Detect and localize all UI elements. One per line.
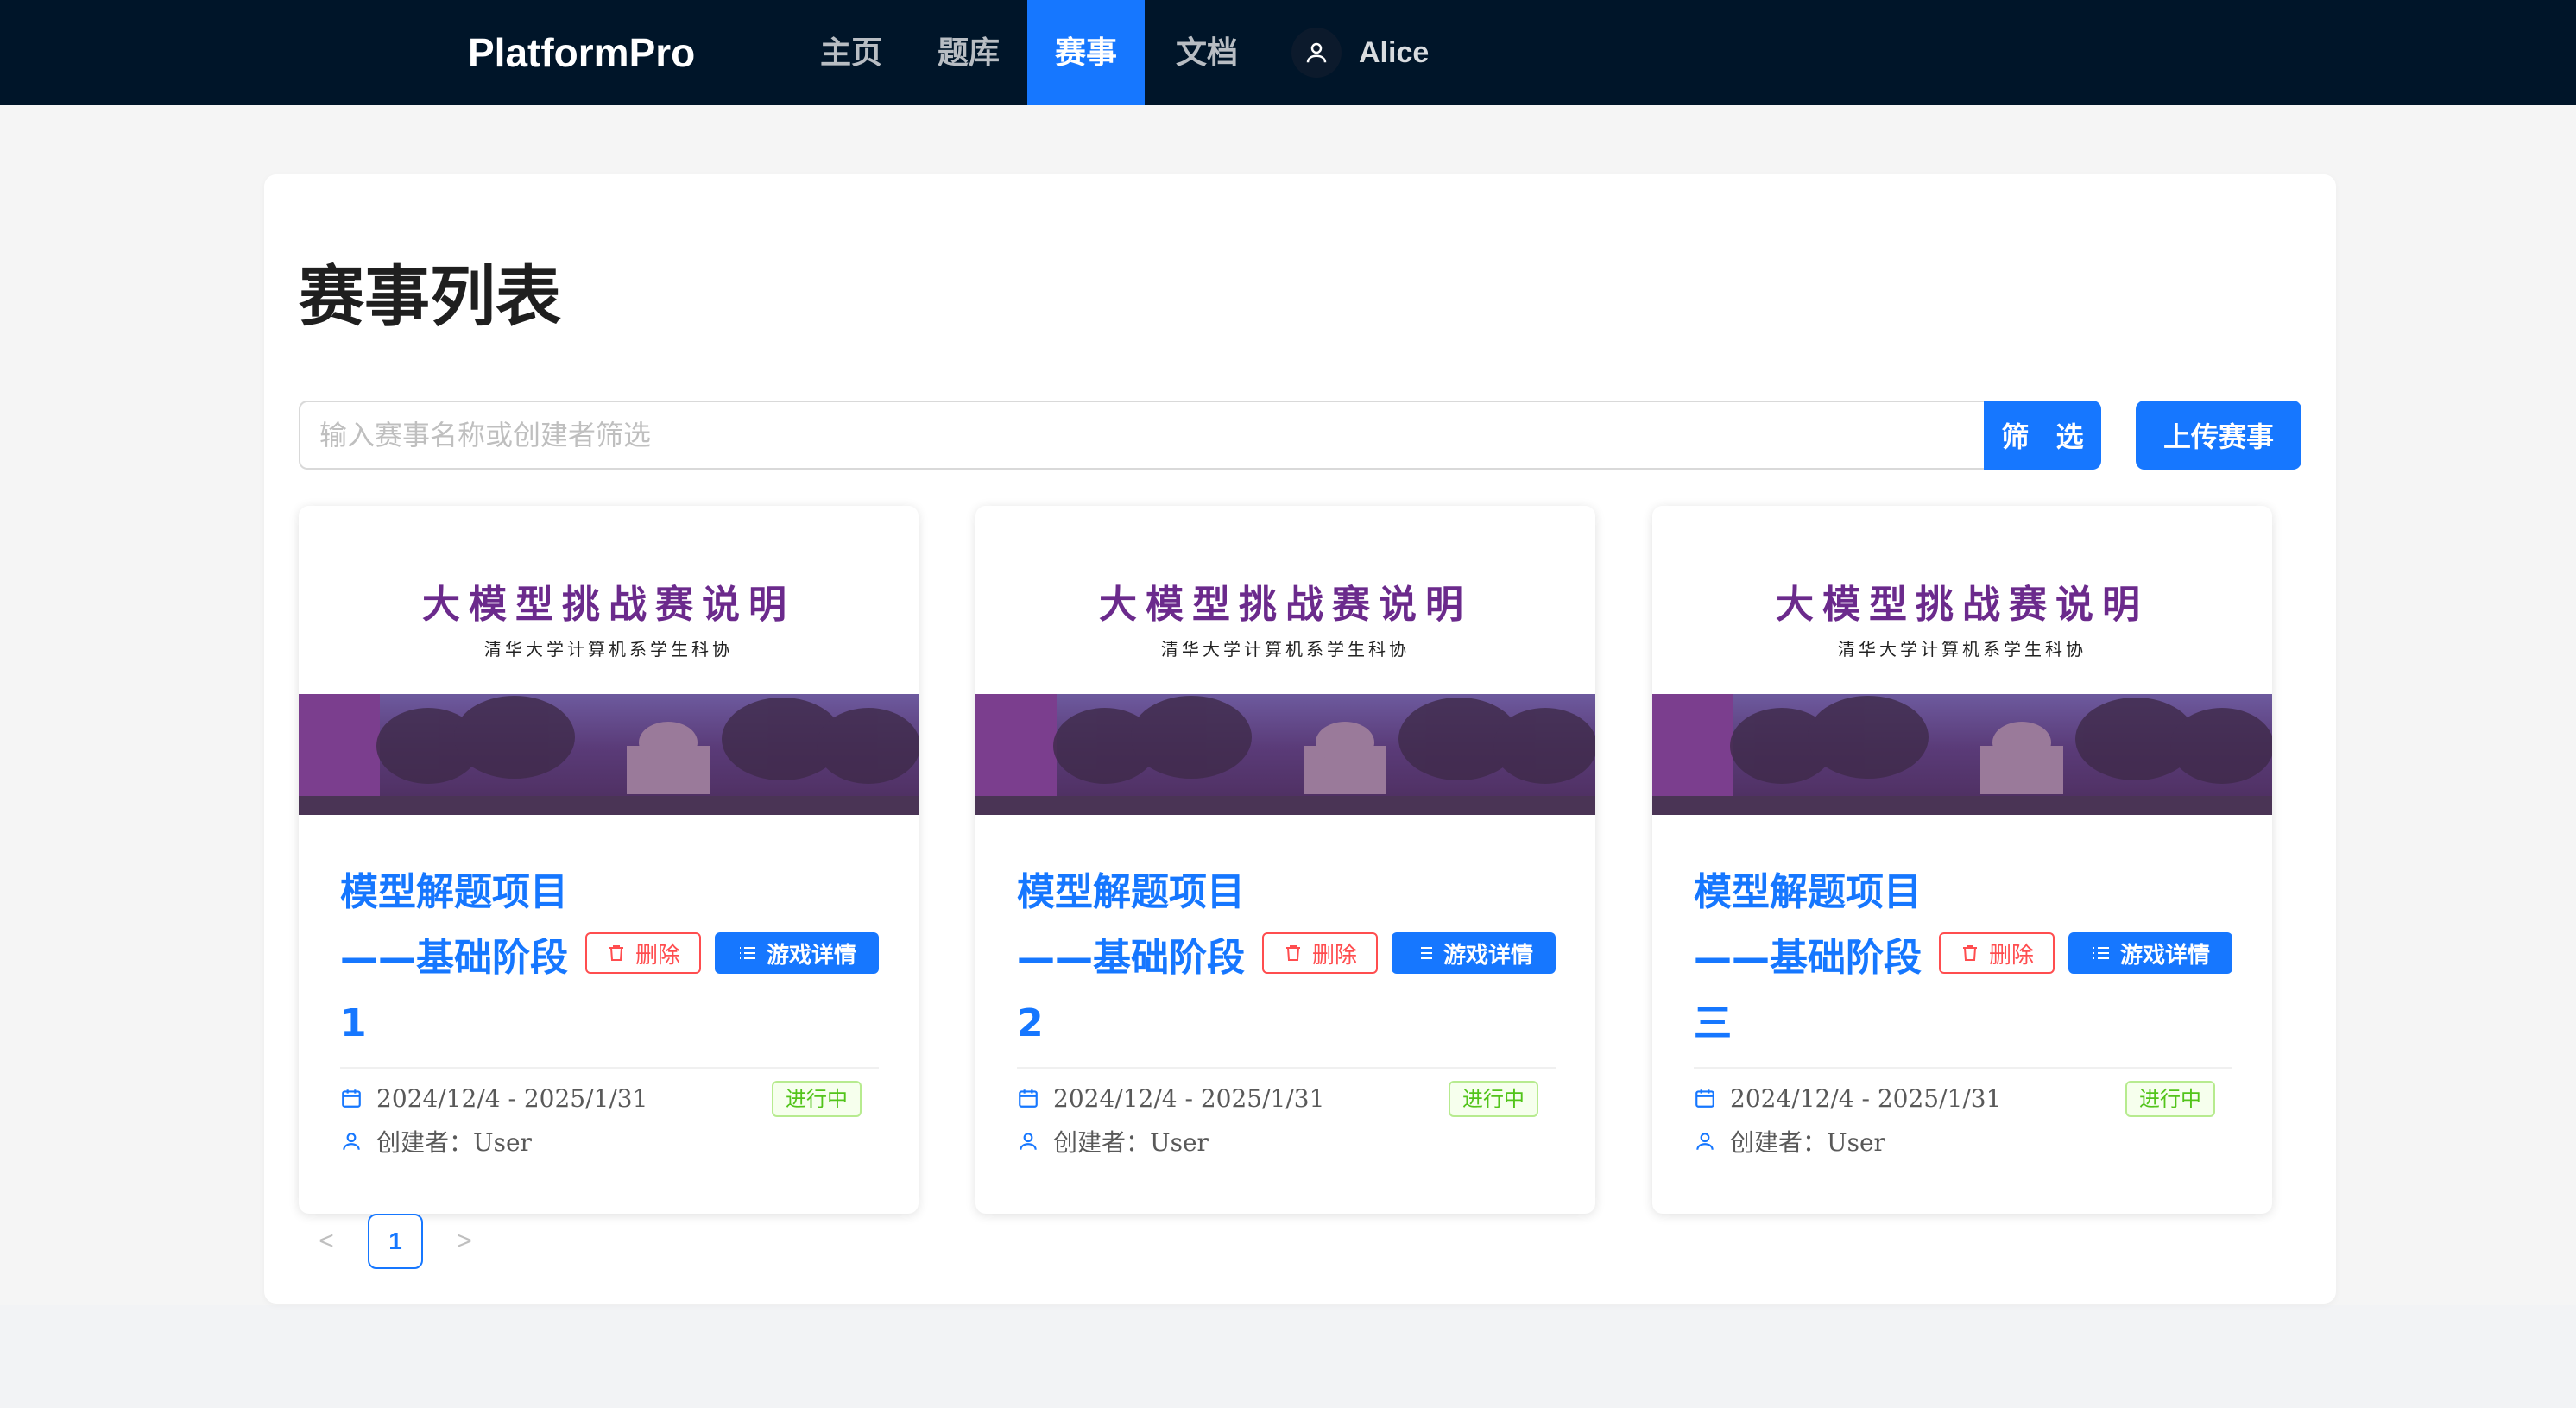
user-icon xyxy=(343,1133,360,1150)
status-badge: 进行中 xyxy=(2125,1081,2215,1117)
cover-subtitle: 清华大学计算机系学生科协 xyxy=(484,639,733,660)
avatar xyxy=(1291,28,1342,78)
brand-logo[interactable]: PlatformPro xyxy=(468,26,695,79)
date-range: 2024/12/4 - 2025/1/31 xyxy=(1053,1083,1325,1113)
user-icon xyxy=(1696,1133,1714,1150)
creator: 创建者：User xyxy=(376,1128,532,1157)
calendar-icon xyxy=(342,1089,361,1108)
pagination-prev-icon[interactable]: < xyxy=(299,1214,354,1269)
detail-label: 游戏详情 xyxy=(766,942,856,969)
list-icon xyxy=(739,947,755,959)
pagination-page-1[interactable]: 1 xyxy=(368,1214,423,1269)
creator-row: 创建者：User xyxy=(1017,1124,1209,1159)
date-range: 2024/12/4 - 2025/1/31 xyxy=(376,1083,648,1113)
cover-subtitle: 清华大学计算机系学生科协 xyxy=(1838,639,2087,660)
status-badge: 进行中 xyxy=(1449,1081,1538,1117)
date-range-row: 2024/12/4 - 2025/1/31 xyxy=(1017,1081,1324,1115)
contest-card[interactable]: 大模型挑战赛说明 清华大学计算机系学生科协 模型解题项目——基础阶段1 删除 游… xyxy=(299,506,919,1214)
delete-label: 删除 xyxy=(1988,942,2034,969)
delete-button[interactable]: 删除 xyxy=(1939,932,2055,974)
cover-campus-photo xyxy=(975,694,1595,815)
contest-cover-image: 大模型挑战赛说明 清华大学计算机系学生科协 xyxy=(299,506,919,815)
user-icon xyxy=(1020,1133,1037,1150)
creator-row: 创建者：User xyxy=(1694,1124,1885,1159)
user-icon xyxy=(1306,42,1327,63)
calendar-icon xyxy=(1019,1089,1038,1108)
delete-label: 删除 xyxy=(1311,942,1357,969)
contest-cover-image: 大模型挑战赛说明 清华大学计算机系学生科协 xyxy=(975,506,1595,815)
calendar-icon xyxy=(1695,1089,1714,1108)
detail-label: 游戏详情 xyxy=(2119,942,2210,969)
date-range: 2024/12/4 - 2025/1/31 xyxy=(1730,1083,2002,1113)
trash-icon xyxy=(1285,945,1300,961)
list-icon xyxy=(1416,947,1432,959)
status-badge: 进行中 xyxy=(772,1081,862,1117)
divider xyxy=(1017,1067,1556,1069)
list-icon xyxy=(2093,947,2109,959)
contest-cover-image: 大模型挑战赛说明 清华大学计算机系学生科协 xyxy=(1652,506,2272,815)
nav-item-contests[interactable]: 赛事 xyxy=(1027,0,1145,105)
trash-icon xyxy=(1962,945,1977,961)
contest-title[interactable]: 模型解题项目——基础阶段2 xyxy=(1017,860,1250,1057)
campus-building-icon xyxy=(1652,696,2272,815)
top-navbar: PlatformPro 主页 题库 赛事 文档 Alice xyxy=(0,0,2576,105)
trash-icon xyxy=(609,945,623,961)
user-name: Alice xyxy=(1359,35,1430,69)
user-menu[interactable]: Alice xyxy=(1291,28,1429,78)
date-range-row: 2024/12/4 - 2025/1/31 xyxy=(340,1081,647,1115)
delete-button[interactable]: 删除 xyxy=(585,932,701,974)
cover-campus-photo xyxy=(299,694,919,815)
game-detail-button[interactable]: 游戏详情 xyxy=(1392,932,1556,974)
nav-item-docs[interactable]: 文档 xyxy=(1153,0,1260,105)
contest-card[interactable]: 大模型挑战赛说明 清华大学计算机系学生科协 模型解题项目——基础阶段2 删除 游… xyxy=(975,506,1595,1214)
game-detail-button[interactable]: 游戏详情 xyxy=(2068,932,2232,974)
campus-building-icon xyxy=(975,696,1595,815)
divider xyxy=(340,1067,879,1069)
nav-item-home[interactable]: 主页 xyxy=(798,0,905,105)
cover-campus-photo xyxy=(1652,694,2272,815)
cover-title: 大模型挑战赛说明 xyxy=(422,583,795,627)
date-range-row: 2024/12/4 - 2025/1/31 xyxy=(1694,1081,2001,1115)
game-detail-button[interactable]: 游戏详情 xyxy=(715,932,879,974)
delete-button[interactable]: 删除 xyxy=(1262,932,1378,974)
cover-title: 大模型挑战赛说明 xyxy=(1776,583,2149,627)
campus-building-icon xyxy=(299,696,919,815)
filter-button[interactable]: 筛 选 xyxy=(1984,401,2101,470)
contest-title[interactable]: 模型解题项目——基础阶段三 xyxy=(1694,860,1927,1057)
contest-card[interactable]: 大模型挑战赛说明 清华大学计算机系学生科协 模型解题项目——基础阶段三 删除 游… xyxy=(1652,506,2272,1214)
creator: 创建者：User xyxy=(1053,1128,1209,1157)
contest-title[interactable]: 模型解题项目——基础阶段1 xyxy=(340,860,573,1057)
page-title: 赛事列表 xyxy=(299,258,561,335)
creator-row: 创建者：User xyxy=(340,1124,532,1159)
delete-label: 删除 xyxy=(635,942,680,969)
pagination-next-icon[interactable]: > xyxy=(437,1214,492,1269)
creator: 创建者：User xyxy=(1730,1128,1885,1157)
cover-title: 大模型挑战赛说明 xyxy=(1099,583,1472,627)
divider xyxy=(1694,1067,2232,1069)
search-input[interactable] xyxy=(299,401,1987,470)
detail-label: 游戏详情 xyxy=(1443,942,1533,969)
nav-item-problems[interactable]: 题库 xyxy=(915,0,1022,105)
cover-subtitle: 清华大学计算机系学生科协 xyxy=(1161,639,1410,660)
upload-contest-button[interactable]: 上传赛事 xyxy=(2136,401,2301,470)
